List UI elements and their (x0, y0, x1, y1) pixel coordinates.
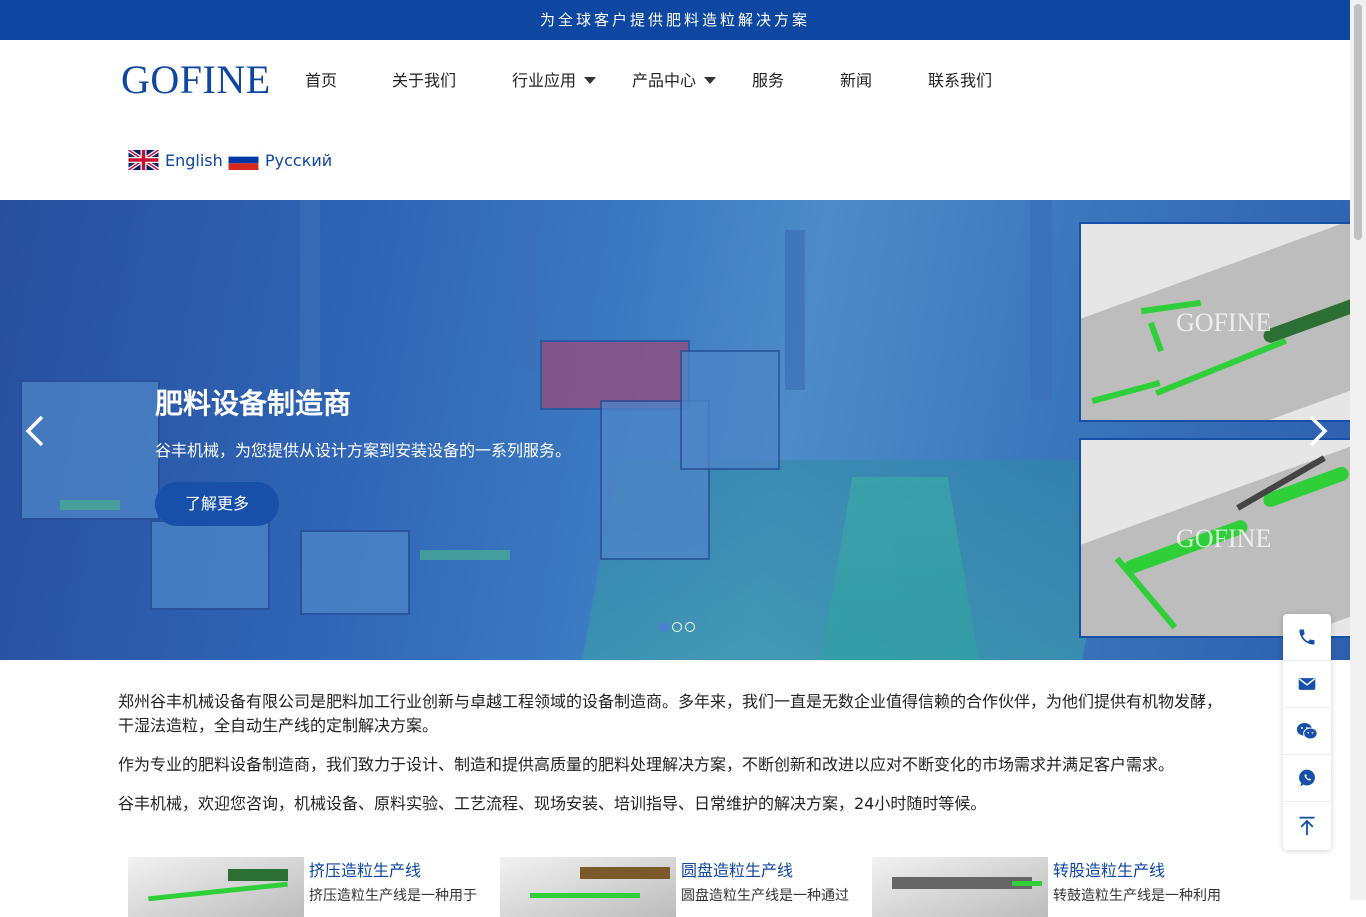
machine-shape (300, 530, 410, 615)
nav-home-label: 首页 (305, 71, 338, 90)
chevron-right-icon (1309, 415, 1328, 447)
nav-news[interactable]: 新闻 (840, 67, 872, 91)
product-description: 挤压造粒生产线是一种用于 (309, 888, 477, 904)
machine-shape (420, 550, 510, 560)
hero-subtitle: 谷丰机械，为您提供从设计方案到安装设备的一系列服务。 (155, 441, 572, 460)
phone-button[interactable] (1283, 614, 1331, 661)
slider-dot-3[interactable] (685, 622, 695, 632)
back-to-top-button[interactable] (1283, 802, 1331, 849)
email-button[interactable] (1283, 661, 1331, 708)
thumb-conveyor (148, 881, 288, 902)
hero-title: 肥料设备制造商 (155, 387, 352, 420)
gofine-logo[interactable]: GOFINE (121, 56, 271, 103)
factory-pillar (520, 200, 536, 370)
production-line-render: GOFINE (1079, 222, 1350, 422)
top-announcement-bar: 为全球客户提供肥料造粒解决方案 (0, 0, 1350, 40)
slider-next-button[interactable] (1307, 414, 1329, 454)
lang-russian-label: Русский (265, 150, 333, 170)
slider-pagination (659, 622, 695, 632)
nav-contact-label: 联系我们 (928, 71, 993, 90)
whatsapp-button[interactable] (1283, 755, 1331, 802)
thumb-machine (580, 867, 670, 879)
factory-pillar (300, 200, 320, 400)
nav-contact[interactable]: 联系我们 (928, 67, 992, 91)
product-description: 圆盘造粒生产线是一种通过 (681, 888, 849, 904)
product-title[interactable]: 圆盘造粒生产线 (681, 857, 793, 881)
company-intro: 郑州谷丰机械设备有限公司是肥料加工行业创新与卓越工程领域的设备制造商。多年来，我… (118, 690, 1228, 831)
slider-dot-1[interactable] (659, 622, 669, 632)
thumb-conveyor (1012, 881, 1042, 886)
phone-icon (1299, 629, 1315, 645)
hero-slider: GOFINE GOFINE 肥料设备制造商 谷丰机械，为您提供从设计方案到安装设… (0, 200, 1350, 660)
factory-pillar (785, 230, 805, 390)
nav-service-label: 服务 (752, 71, 785, 90)
nav-about[interactable]: 关于我们 (392, 67, 456, 91)
machine-shape (680, 350, 780, 470)
chevron-down-icon (704, 77, 717, 84)
slider-dot-2[interactable] (672, 622, 682, 632)
thumb-conveyor (530, 893, 640, 898)
product-thumbnail[interactable] (500, 857, 676, 917)
factory-pillar (1030, 200, 1052, 400)
nav-products[interactable]: 产品中心 (632, 67, 717, 91)
intro-paragraph: 谷丰机械，欢迎您咨询，机械设备、原料实验、工艺流程、现场安装、培训指导、日常维护… (118, 794, 987, 813)
product-card[interactable]: 转股造粒生产线 转鼓造粒生产线是一种利用 (872, 857, 1232, 917)
product-thumbnail[interactable] (128, 857, 304, 917)
nav-industries[interactable]: 行业应用 (512, 67, 597, 91)
uk-flag-icon (128, 150, 159, 170)
lang-russian[interactable]: Русский (228, 150, 332, 170)
chevron-down-icon (584, 77, 597, 84)
nav-industries-label: 行业应用 (512, 71, 577, 90)
render-watermark: GOFINE (1176, 308, 1272, 337)
product-card[interactable]: 圆盘造粒生产线 圆盘造粒生产线是一种通过 (500, 857, 860, 917)
nav-service[interactable]: 服务 (752, 67, 784, 91)
nav-about-label: 关于我们 (392, 71, 457, 90)
nav-home[interactable]: 首页 (305, 67, 337, 91)
nav-news-label: 新闻 (840, 71, 873, 90)
back-to-top-icon (1299, 816, 1315, 835)
floating-contact-bar (1283, 614, 1331, 850)
product-card[interactable]: 挤压造粒生产线 挤压造粒生产线是一种用于 (128, 857, 488, 917)
wechat-icon (1296, 722, 1318, 740)
machine-shape (60, 500, 120, 510)
intro-paragraph: 郑州谷丰机械设备有限公司是肥料加工行业创新与卓越工程领域的设备制造商。多年来，我… (118, 692, 1223, 735)
site-header: GOFINE 首页 关于我们 行业应用 产品中心 服务 新闻 联系我们 Engl… (0, 40, 1350, 200)
announcement-text: 为全球客户提供肥料造粒解决方案 (539, 11, 810, 29)
intro-paragraph: 作为专业的肥料设备制造商，我们致力于设计、制造和提供高质量的肥料处理解决方案，不… (118, 755, 1175, 774)
product-thumbnail[interactable] (872, 857, 1048, 917)
chevron-left-icon (25, 415, 44, 447)
production-line-render: GOFINE (1079, 438, 1350, 638)
page-scrollbar[interactable] (1350, 0, 1366, 900)
lang-english-label: English (165, 150, 223, 170)
mail-icon (1298, 678, 1316, 690)
nav-products-label: 产品中心 (632, 71, 697, 90)
whatsapp-icon (1299, 769, 1315, 787)
scrollbar-thumb[interactable] (1354, 4, 1362, 240)
russia-flag-icon (228, 150, 259, 170)
lang-english[interactable]: English (128, 150, 223, 170)
learn-more-button[interactable]: 了解更多 (155, 482, 279, 526)
thumb-machine (892, 877, 1032, 889)
render-watermark: GOFINE (1176, 524, 1272, 553)
product-title[interactable]: 转股造粒生产线 (1053, 857, 1165, 881)
slider-prev-button[interactable] (24, 414, 46, 454)
wechat-button[interactable] (1283, 708, 1331, 755)
product-title[interactable]: 挤压造粒生产线 (309, 857, 421, 881)
thumb-machine (228, 869, 288, 881)
machine-shape (150, 520, 270, 610)
product-description: 转鼓造粒生产线是一种利用 (1053, 888, 1221, 904)
